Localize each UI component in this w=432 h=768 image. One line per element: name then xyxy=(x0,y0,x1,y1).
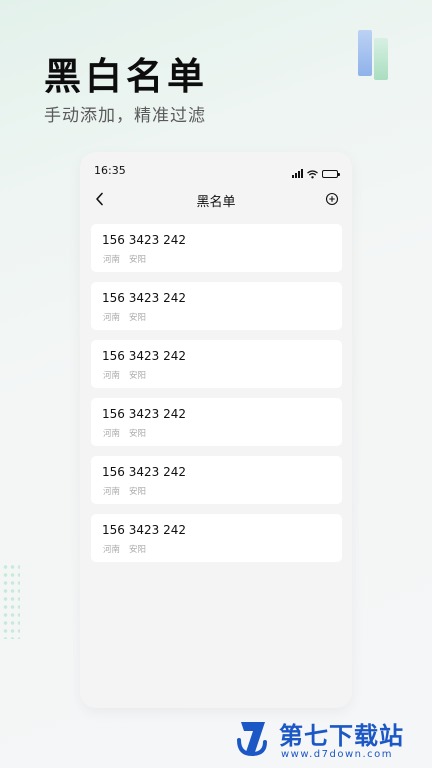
nav-bar: 黑名单 xyxy=(80,186,352,214)
location: 河南 安阳 xyxy=(103,253,146,265)
blacklist-list: 156 3423 242 河南 安阳 156 3423 242 河南 安阳 156 … xyxy=(91,224,342,572)
d7-logo-icon xyxy=(237,722,267,756)
phone-number: 156 3423 242 xyxy=(102,523,186,537)
blacklist-item[interactable]: 156 3423 242 河南 安阳 xyxy=(91,224,342,272)
city: 安阳 xyxy=(129,313,147,323)
city: 安阳 xyxy=(129,429,147,439)
province: 河南 xyxy=(103,313,121,323)
city: 安阳 xyxy=(129,255,147,265)
phone-number: 156 3423 242 xyxy=(102,349,186,363)
blacklist-item[interactable]: 156 3423 242 河南 安阳 xyxy=(91,398,342,446)
promo-subheadline: 手动添加，精准过滤 xyxy=(44,106,206,126)
watermark: 第七下载站 www.d7down.com xyxy=(233,716,428,766)
decorative-bars xyxy=(356,28,396,84)
phone-number: 156 3423 242 xyxy=(102,233,186,247)
wifi-icon xyxy=(307,164,318,183)
watermark-title: 第七下载站 xyxy=(279,722,404,750)
watermark-url: www.d7down.com xyxy=(281,749,394,760)
status-time: 16:35 xyxy=(94,164,126,177)
province: 河南 xyxy=(103,371,121,381)
blacklist-item[interactable]: 156 3423 242 河南 安阳 xyxy=(91,456,342,504)
province: 河南 xyxy=(103,255,121,265)
promo-headline: 黑白名单 xyxy=(44,55,208,98)
city: 安阳 xyxy=(129,371,147,381)
phone-number: 156 3423 242 xyxy=(102,291,186,305)
location: 河南 安阳 xyxy=(103,427,146,439)
signal-icon xyxy=(292,169,303,178)
decor-bar-green xyxy=(374,38,388,80)
city: 安阳 xyxy=(129,487,147,497)
province: 河南 xyxy=(103,429,121,439)
status-icons xyxy=(292,164,340,183)
blacklist-item[interactable]: 156 3423 242 河南 安阳 xyxy=(91,282,342,330)
province: 河南 xyxy=(103,487,121,497)
phone-screen: 16:35 黑名单 156 3423 242 河南 安阳 156 3423 24… xyxy=(80,152,352,708)
phone-number: 156 3423 242 xyxy=(102,407,186,421)
battery-icon xyxy=(322,169,340,178)
decorative-dot-grid xyxy=(2,563,20,639)
city: 安阳 xyxy=(129,545,147,555)
page-title: 黑名单 xyxy=(196,195,236,210)
province: 河南 xyxy=(103,545,121,555)
location: 河南 安阳 xyxy=(103,485,146,497)
blacklist-item[interactable]: 156 3423 242 河南 安阳 xyxy=(91,514,342,562)
location: 河南 安阳 xyxy=(103,543,146,555)
decor-bar-blue xyxy=(358,30,372,76)
location: 河南 安阳 xyxy=(103,311,146,323)
location: 河南 安阳 xyxy=(103,369,146,381)
phone-number: 156 3423 242 xyxy=(102,465,186,479)
status-bar: 16:35 xyxy=(80,152,352,186)
blacklist-item[interactable]: 156 3423 242 河南 安阳 xyxy=(91,340,342,388)
plus-circle-icon[interactable] xyxy=(320,187,344,211)
